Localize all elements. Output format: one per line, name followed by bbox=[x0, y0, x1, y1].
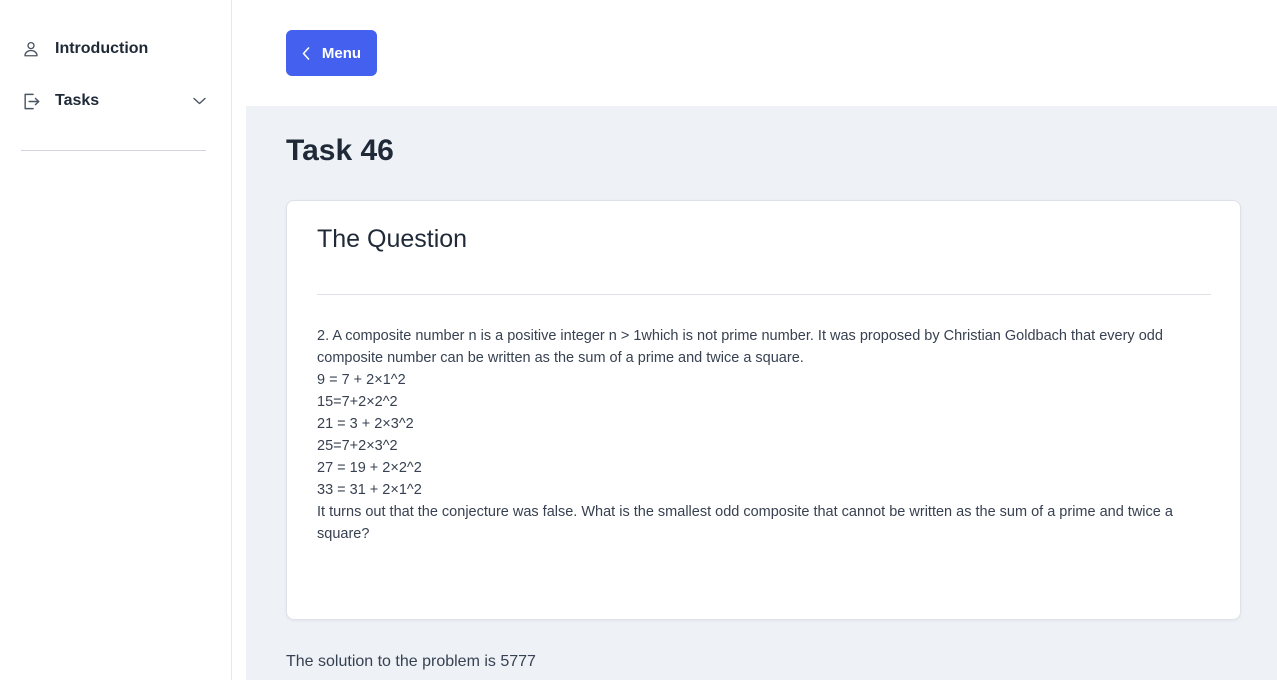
sidebar-divider bbox=[21, 150, 206, 151]
sidebar-item-tasks[interactable]: Tasks bbox=[21, 89, 207, 113]
question-card: The Question 2. A composite number n is … bbox=[286, 200, 1241, 620]
card-divider bbox=[317, 294, 1211, 295]
chevron-down-icon[interactable] bbox=[191, 91, 207, 111]
sidebar: Introduction Tasks bbox=[0, 0, 232, 680]
question-line: 25=7+2×3^2 bbox=[317, 438, 398, 454]
sidebar-item-label: Introduction bbox=[55, 40, 149, 57]
sidebar-item-label: Tasks bbox=[55, 92, 100, 109]
page-title: Task 46 bbox=[286, 134, 394, 167]
question-line: 27 = 19 + 2×2^2 bbox=[317, 460, 422, 476]
question-line: 33 = 31 + 2×1^2 bbox=[317, 482, 422, 498]
sign-out-icon bbox=[21, 91, 41, 111]
question-text: 2. A composite number n is a positive in… bbox=[317, 325, 1177, 545]
topbar: Menu bbox=[246, 0, 1277, 106]
question-line: 2. A composite number n is a positive in… bbox=[317, 328, 1163, 366]
sidebar-item-introduction[interactable]: Introduction bbox=[21, 37, 207, 61]
solution-text: The solution to the problem is 5777 bbox=[286, 653, 536, 670]
question-line: 9 = 7 + 2×1^2 bbox=[317, 372, 406, 388]
question-line: It turns out that the conjecture was fal… bbox=[317, 504, 1173, 542]
menu-button-label: Menu bbox=[321, 44, 362, 62]
user-icon bbox=[21, 39, 41, 59]
card-title: The Question bbox=[317, 225, 468, 253]
question-line: 15=7+2×2^2 bbox=[317, 394, 398, 410]
chevron-left-icon bbox=[302, 46, 312, 60]
question-line: 21 = 3 + 2×3^2 bbox=[317, 416, 414, 432]
menu-button[interactable]: Menu bbox=[286, 30, 377, 76]
main-content: Task 46 The Question 2. A composite numb… bbox=[246, 106, 1277, 680]
